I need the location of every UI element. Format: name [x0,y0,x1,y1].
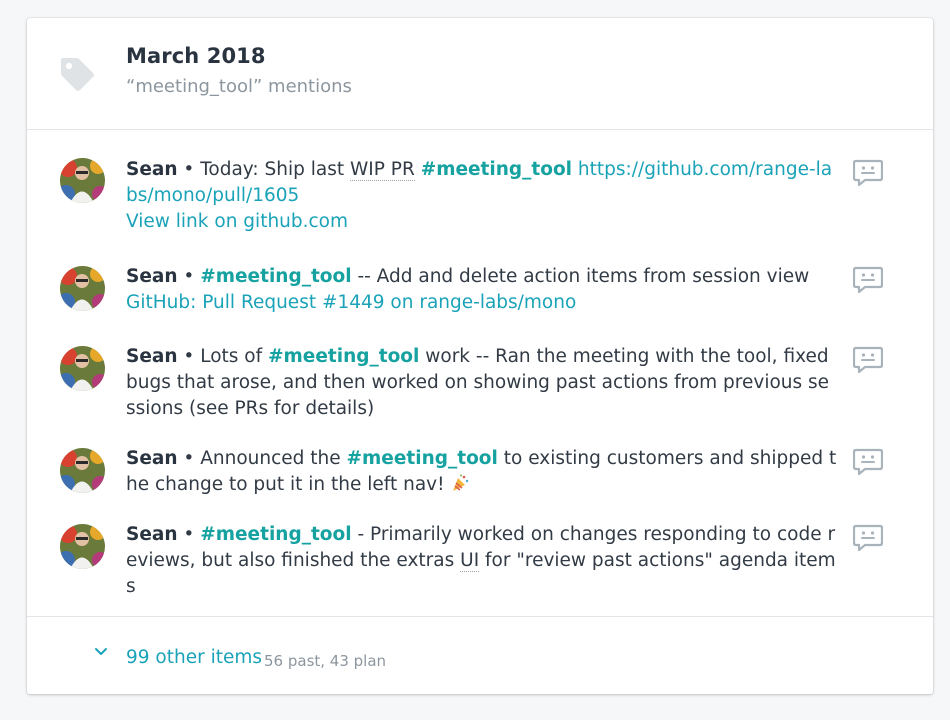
bullet: • [183,266,195,287]
hashtag-link[interactable]: #meeting_tool [421,159,572,180]
abbreviation[interactable]: WIP PR [350,159,415,181]
view-link[interactable]: View link on github.com [126,211,348,232]
avatar[interactable] [60,266,105,311]
card-footer: 99 other items 56 past, 43 plan [27,616,933,694]
page-title: March 2018 [126,44,266,68]
comment-icon[interactable] [853,524,883,552]
hashtag-link[interactable]: #meeting_tool [347,448,498,469]
author-name[interactable]: Sean [126,266,178,287]
hashtag-link[interactable]: #meeting_tool [200,524,351,545]
comment-icon[interactable] [853,346,883,374]
abbreviation[interactable]: UI [460,550,480,572]
item-text-part: Today: Ship last [200,159,350,180]
card-header: March 2018 “meeting_tool” mentions [27,18,933,130]
author-name[interactable]: Sean [126,524,178,545]
author-name[interactable]: Sean [126,448,178,469]
hashtag-link[interactable]: #meeting_tool [200,266,351,287]
item-text: Sean • Announced the #meeting_tool to ex… [126,446,838,498]
hashtag-link[interactable]: #meeting_tool [268,346,419,367]
author-name[interactable]: Sean [126,159,178,180]
item-text: Sean • #meeting_tool -- Add and delete a… [126,264,838,316]
comment-icon[interactable] [853,448,883,476]
item-text-part: Lots of [200,346,269,367]
avatar[interactable] [60,158,105,203]
bullet: • [183,448,195,469]
mentions-card: March 2018 “meeting_tool” mentions Sean … [27,18,933,694]
chevron-down-icon[interactable] [94,647,108,657]
comment-icon[interactable] [853,159,883,187]
bullet: • [183,159,195,180]
party-popper-icon [453,474,469,491]
item-text: Sean • Today: Ship last WIP PR #meeting_… [126,157,838,235]
item-text: Sean • #meeting_tool - Primarily worked … [126,522,838,600]
tag-icon [61,58,94,91]
author-name[interactable]: Sean [126,346,178,367]
pull-request-link[interactable]: GitHub: Pull Request #1449 on range-labs… [126,292,576,313]
bullet: • [183,524,195,545]
page-subtitle: “meeting_tool” mentions [126,76,352,97]
bullet: • [183,346,195,367]
item-text-part: -- Add and delete action items from sess… [351,266,810,287]
comment-icon[interactable] [853,266,883,294]
other-items-count: 56 past, 43 plan [264,652,387,670]
other-items-link[interactable]: 99 other items [126,647,262,668]
avatar[interactable] [60,346,105,391]
avatar[interactable] [60,448,105,493]
avatar[interactable] [60,524,105,569]
item-text: Sean • Lots of #meeting_tool work -- Ran… [126,344,838,422]
item-text-part: Announced the [200,448,347,469]
